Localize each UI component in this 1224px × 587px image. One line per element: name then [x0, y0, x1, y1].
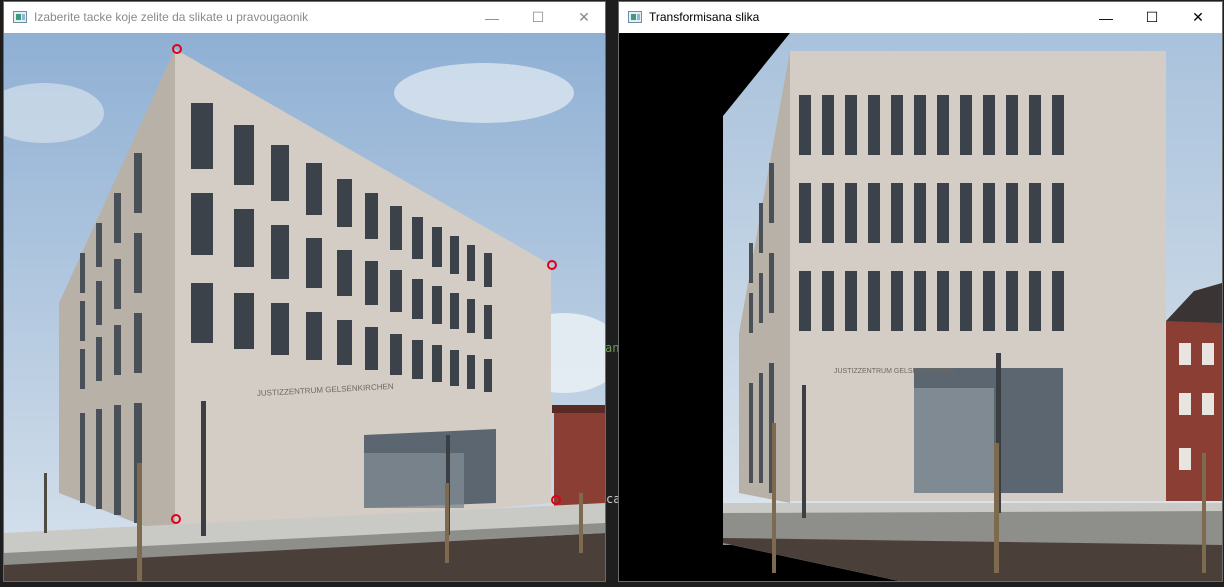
transformed-image-window[interactable]: Transformisana slika — ☐ ✕ JUSTIZZENTRUM… [618, 1, 1223, 582]
close-button[interactable]: ✕ [561, 2, 607, 33]
minimize-button[interactable]: — [1083, 2, 1129, 33]
maximize-icon: ☐ [1145, 9, 1159, 25]
app-window-icon [13, 11, 27, 23]
transformed-image-canvas[interactable]: JUSTIZZENTRUM GELSENKIRCHEN [619, 33, 1222, 581]
transformed-building-sign: JUSTIZZENTRUM GELSENKIRCHEN [834, 368, 954, 375]
source-image-canvas[interactable]: JUSTIZZENTRUM GELSENKIRCHEN [4, 33, 605, 581]
close-icon: ✕ [578, 9, 590, 25]
close-icon: ✕ [1192, 9, 1204, 25]
close-button[interactable]: ✕ [1175, 2, 1221, 33]
maximize-button[interactable]: ☐ [1129, 2, 1175, 33]
minimize-button[interactable]: — [469, 2, 515, 33]
transformed-titlebar[interactable]: Transformisana slika — ☐ ✕ [619, 2, 1222, 33]
minimize-icon: — [1099, 9, 1113, 26]
point-selection-titlebar[interactable]: Izaberite tacke koje zelite da slikate u… [4, 2, 605, 33]
window-title: Izaberite tacke koje zelite da slikate u… [34, 10, 309, 24]
maximize-button[interactable]: ☐ [515, 2, 561, 33]
maximize-icon: ☐ [531, 9, 545, 25]
window-title: Transformisana slika [649, 10, 760, 24]
app-window-icon [628, 11, 642, 23]
transformed-building-photo: JUSTIZZENTRUM GELSENKIRCHEN [723, 33, 1222, 581]
source-building-photo[interactable]: JUSTIZZENTRUM GELSENKIRCHEN [4, 33, 605, 581]
minimize-icon: — [485, 9, 499, 26]
point-selection-window[interactable]: Izaberite tacke koje zelite da slikate u… [3, 1, 606, 582]
